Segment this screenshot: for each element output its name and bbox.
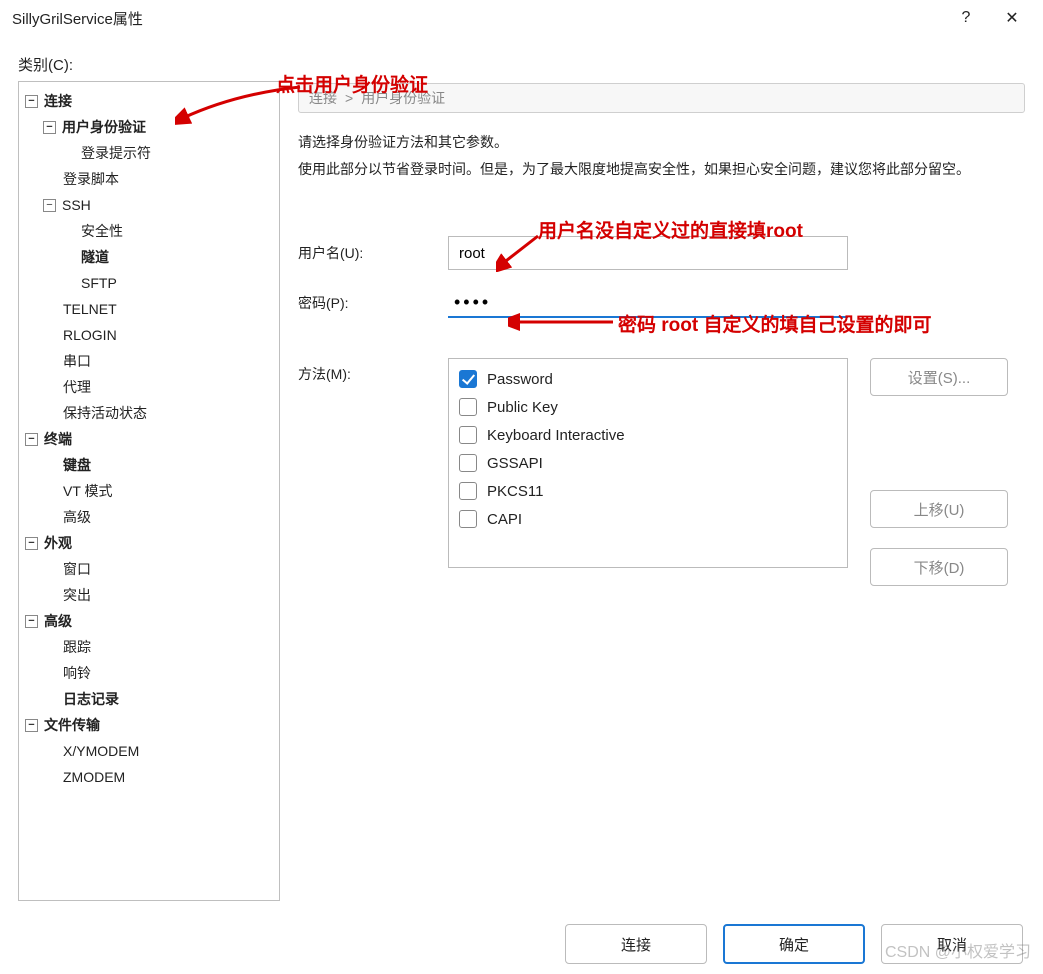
tree-item-security[interactable]: 安全性 bbox=[79, 221, 123, 241]
method-item-label: PKCS11 bbox=[487, 483, 543, 500]
titlebar: SillyGrilService属性 ? ✕ bbox=[0, 0, 1043, 36]
method-item-label: GSSAPI bbox=[487, 455, 543, 472]
tree-item-logging[interactable]: 日志记录 bbox=[61, 689, 119, 709]
breadcrumb: 连接 > 用户身份验证 bbox=[298, 83, 1025, 113]
tree-item-bell[interactable]: 响铃 bbox=[61, 663, 91, 683]
checkbox-icon[interactable] bbox=[459, 370, 477, 388]
username-label: 用户名(U): bbox=[298, 243, 448, 263]
dialog-button-bar: 连接 确定 取消 bbox=[565, 924, 1023, 964]
method-item-capi[interactable]: CAPI bbox=[459, 505, 837, 533]
tree-item-serial[interactable]: 串口 bbox=[61, 351, 91, 371]
connect-button[interactable]: 连接 bbox=[565, 924, 707, 964]
chevron-right-icon: > bbox=[345, 90, 353, 106]
tree-item-terminal[interactable]: 终端 bbox=[42, 429, 72, 449]
method-item-kbdint[interactable]: Keyboard Interactive bbox=[459, 421, 837, 449]
password-label: 密码(P): bbox=[298, 293, 448, 313]
method-item-label: Password bbox=[487, 371, 553, 388]
method-item-gssapi[interactable]: GSSAPI bbox=[459, 449, 837, 477]
checkbox-icon[interactable] bbox=[459, 482, 477, 500]
tree-item-ssh[interactable]: SSH bbox=[60, 197, 91, 213]
tree-item-telnet[interactable]: TELNET bbox=[61, 301, 117, 317]
password-input[interactable] bbox=[448, 288, 848, 318]
tree-item-keyboard[interactable]: 键盘 bbox=[61, 455, 91, 475]
tree-item-login-script[interactable]: 登录脚本 bbox=[61, 169, 119, 189]
cancel-button[interactable]: 取消 bbox=[881, 924, 1023, 964]
tree-item-advanced-t[interactable]: 高级 bbox=[61, 507, 91, 527]
category-label: 类别(C): bbox=[0, 36, 1043, 81]
right-panel: 连接 > 用户身份验证 请选择身份验证方法和其它参数。 使用此部分以节省登录时间… bbox=[298, 81, 1025, 901]
method-item-label: Public Key bbox=[487, 399, 558, 416]
tree-item-advanced[interactable]: 高级 bbox=[42, 611, 72, 631]
tree-item-trace[interactable]: 跟踪 bbox=[61, 637, 91, 657]
tree-item-user-auth[interactable]: 用户身份验证 bbox=[60, 117, 146, 137]
tree-item-sftp[interactable]: SFTP bbox=[79, 275, 117, 291]
method-item-password[interactable]: Password bbox=[459, 365, 837, 393]
expander-icon[interactable]: − bbox=[43, 199, 56, 212]
tree-item-keepalive[interactable]: 保持活动状态 bbox=[61, 403, 147, 423]
tree-item-rlogin[interactable]: RLOGIN bbox=[61, 327, 117, 343]
expander-icon[interactable]: − bbox=[25, 719, 38, 732]
method-label: 方法(M): bbox=[298, 358, 448, 384]
tree-item-filetrans[interactable]: 文件传输 bbox=[42, 715, 100, 735]
window-title: SillyGrilService属性 bbox=[12, 8, 143, 29]
tree-item-highlight[interactable]: 突出 bbox=[61, 585, 91, 605]
username-input[interactable] bbox=[448, 236, 848, 270]
move-up-button[interactable]: 上移(U) bbox=[870, 490, 1008, 528]
checkbox-icon[interactable] bbox=[459, 454, 477, 472]
checkbox-icon[interactable] bbox=[459, 426, 477, 444]
breadcrumb-part: 用户身份验证 bbox=[361, 88, 445, 108]
method-item-publickey[interactable]: Public Key bbox=[459, 393, 837, 421]
tree-item-zmodem[interactable]: ZMODEM bbox=[61, 769, 125, 785]
checkbox-icon[interactable] bbox=[459, 510, 477, 528]
tree-item-vtmode[interactable]: VT 模式 bbox=[61, 481, 113, 501]
expander-icon[interactable]: − bbox=[43, 121, 56, 134]
checkbox-icon[interactable] bbox=[459, 398, 477, 416]
tree-item-connection[interactable]: 连接 bbox=[42, 91, 72, 111]
tree-item-appearance[interactable]: 外观 bbox=[42, 533, 72, 553]
expander-icon[interactable]: − bbox=[25, 537, 38, 550]
ok-button[interactable]: 确定 bbox=[723, 924, 865, 964]
category-tree[interactable]: −连接 −用户身份验证 登录提示符 登录脚本 −SSH 安全性 隧道 SFTP … bbox=[18, 81, 280, 901]
settings-button[interactable]: 设置(S)... bbox=[870, 358, 1008, 396]
expander-icon[interactable]: − bbox=[25, 95, 38, 108]
tree-item-xymodem[interactable]: X/YMODEM bbox=[61, 743, 139, 759]
tree-item-window[interactable]: 窗口 bbox=[61, 559, 91, 579]
method-item-pkcs11[interactable]: PKCS11 bbox=[459, 477, 837, 505]
help-icon[interactable]: ? bbox=[943, 3, 989, 33]
description-line: 请选择身份验证方法和其它参数。 bbox=[298, 129, 1025, 156]
method-list[interactable]: Password Public Key Keyboard Interactive… bbox=[448, 358, 848, 568]
method-item-label: CAPI bbox=[487, 511, 522, 528]
close-icon[interactable]: ✕ bbox=[989, 3, 1035, 33]
description-line: 使用此部分以节省登录时间。但是，为了最大限度地提高安全性，如果担心安全问题，建议… bbox=[298, 156, 1025, 183]
tree-item-proxy[interactable]: 代理 bbox=[61, 377, 91, 397]
expander-icon[interactable]: − bbox=[25, 433, 38, 446]
breadcrumb-part: 连接 bbox=[309, 88, 337, 108]
move-down-button[interactable]: 下移(D) bbox=[870, 548, 1008, 586]
description-text: 请选择身份验证方法和其它参数。 使用此部分以节省登录时间。但是，为了最大限度地提… bbox=[298, 129, 1025, 182]
method-item-label: Keyboard Interactive bbox=[487, 427, 625, 444]
expander-icon[interactable]: − bbox=[25, 615, 38, 628]
tree-item-login-prompt[interactable]: 登录提示符 bbox=[79, 143, 151, 163]
tree-item-tunnel[interactable]: 隧道 bbox=[79, 247, 109, 267]
